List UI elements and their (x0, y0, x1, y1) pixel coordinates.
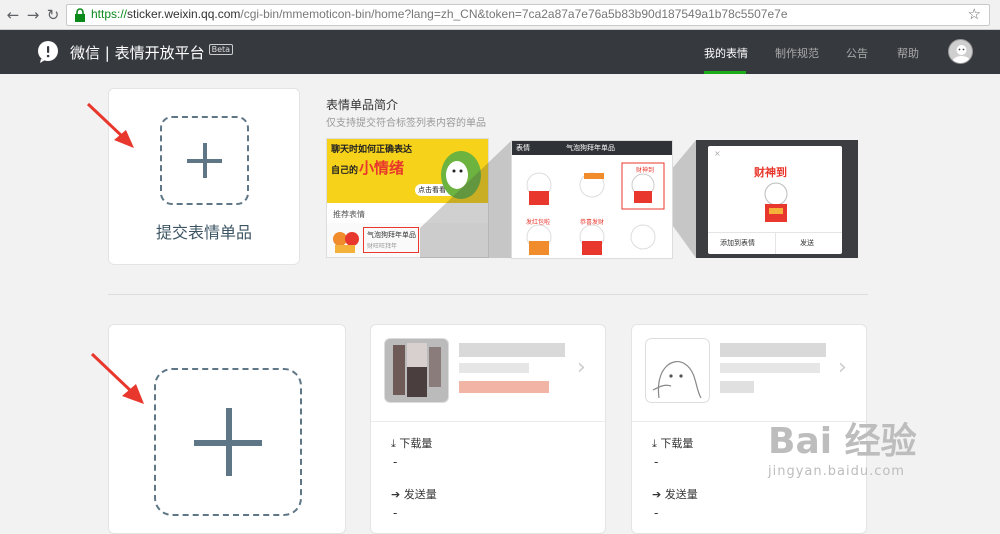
sends-label: ➔ 发送量 (391, 488, 437, 501)
sticker-status-blurred (720, 381, 754, 393)
wechat-logo-icon (38, 41, 58, 63)
recommend-sticker-thumb (333, 232, 359, 253)
intro-subtitle: 仅支持提交符合标签列表内容的单品 (326, 118, 486, 129)
forward-icon[interactable]: → (24, 6, 42, 24)
grid-sticker-label: 恭喜发财 (580, 219, 605, 226)
sticker-title-blurred (459, 343, 565, 357)
sticker-thumbnail (645, 338, 710, 403)
dialog-sticker-image (764, 182, 788, 222)
beta-badge: Beta (208, 44, 234, 55)
nav-active-indicator (704, 71, 746, 74)
sticker-card[interactable]: › ⤓ 下载量 - ➔ 发送量 - (370, 324, 607, 534)
brand-title[interactable]: 微信 | 表情开放平台 Beta (70, 42, 234, 63)
sticker-meta-blurred (720, 363, 820, 373)
downloads-label: ⤓ 下载量 (652, 437, 694, 450)
card-divider (371, 421, 607, 422)
chat-title: 气泡狗拜年单品 (566, 144, 615, 152)
sticker-dialog: × 财神到 添加到表情 发送 (708, 146, 842, 254)
url-text: https://sticker.weixin.qq.com/cgi-bin/mm… (91, 7, 788, 21)
chat-back-label: 表情 (516, 144, 530, 152)
dialog-vdivider (775, 232, 776, 254)
sends-label: ➔ 发送量 (652, 488, 698, 501)
intro-preview-dialog: × 财神到 添加到表情 发送 (696, 140, 858, 258)
lock-icon (75, 8, 85, 22)
watermark-brand: Bai 经验 (768, 421, 917, 462)
add-dashed-box[interactable] (160, 116, 249, 205)
banner-line2: 自己的 (331, 166, 359, 176)
downloads-value: - (654, 455, 659, 469)
annotation-arrow-icon (86, 102, 134, 148)
reload-icon[interactable]: ↻ (44, 6, 62, 24)
grid-sticker-label: 发红包啦 (526, 219, 551, 226)
dialog-close-icon: × (714, 149, 721, 158)
sticker-title-blurred (720, 343, 826, 357)
chevron-right-icon[interactable]: › (838, 355, 847, 380)
back-icon[interactable]: ← (4, 6, 22, 24)
plus-icon-large-stem (226, 408, 232, 476)
downloads-value: - (393, 455, 398, 469)
section-divider (108, 294, 868, 295)
downloads-label: ⤓ 下载量 (391, 437, 433, 450)
nav-help[interactable]: 帮助 (897, 45, 919, 61)
sticker-status-blurred (459, 381, 549, 393)
sticker-thumbnail (384, 338, 449, 403)
dialog-add-button: 添加到表情 (720, 239, 755, 247)
grid-sticker-label: 财神到 (636, 167, 655, 174)
browser-toolbar: ← → ↻ https://sticker.weixin.qq.com/cgi-… (0, 0, 1000, 30)
nav-my-stickers[interactable]: 我的表情 (704, 45, 748, 61)
chat-titlebar: 表情 气泡狗拜年单品 (512, 141, 672, 155)
annotation-arrow-icon (90, 352, 144, 404)
dialog-sticker-text: 财神到 (754, 166, 787, 179)
dialog-send-button: 发送 (800, 239, 814, 247)
site-header: 微信 | 表情开放平台 Beta 我的表情 制作规范 公告 帮助 (0, 30, 1000, 74)
address-bar[interactable]: https://sticker.weixin.qq.com/cgi-bin/mm… (66, 4, 990, 26)
sticker-meta-blurred (459, 363, 529, 373)
add-dashed-box-large[interactable] (154, 368, 302, 516)
recommend-label: 推荐表情 (333, 210, 365, 219)
bookmark-star-icon[interactable]: ☆ (968, 5, 981, 23)
watermark-url: jingyan.baidu.com (768, 464, 905, 479)
nav-guidelines[interactable]: 制作规范 (775, 45, 819, 61)
plus-icon-stem (203, 143, 207, 178)
submit-sticker-label: 提交表情单品 (155, 223, 252, 242)
nav-announcements[interactable]: 公告 (846, 45, 868, 61)
baidu-watermark: Bai 经验 jingyan.baidu.com (768, 412, 917, 479)
user-avatar[interactable] (948, 39, 973, 64)
chevron-right-icon[interactable]: › (577, 355, 586, 380)
intro-title: 表情单品简介 (326, 98, 399, 112)
intro-preview-chat: 表情 气泡狗拜年单品 财神到 发红包啦 恭喜发财 (511, 140, 673, 259)
